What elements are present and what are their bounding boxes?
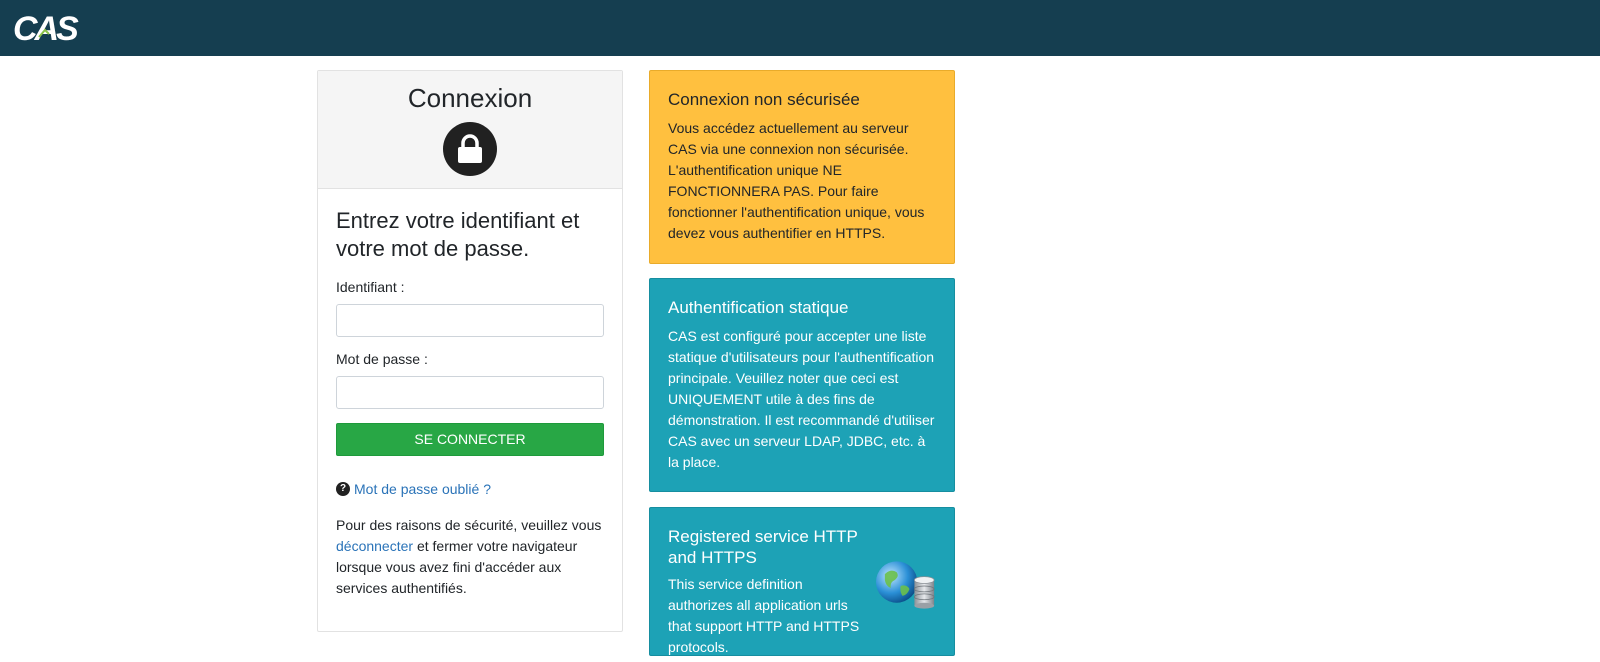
login-submit-button[interactable]: SE CONNECTER [336,423,604,456]
login-card: Connexion Entrez votre identifiant et vo… [317,70,623,632]
cas-logo-text: CAS [13,10,79,48]
security-notice: Pour des raisons de sécurité, veuillez v… [336,515,604,599]
password-input[interactable] [336,376,604,409]
insecure-notice-title: Connexion non sécurisée [668,90,860,109]
forgot-password-link[interactable]: Mot de passe oublié ? [354,481,491,497]
username-label: Identifiant : [336,279,405,295]
insecure-connection-notice: Connexion non sécurisée Vous accédez act… [649,70,955,264]
static-auth-title: Authentification statique [668,298,849,317]
login-card-header: Connexion [318,71,622,189]
service-title: Registered service HTTP and HTTPS [668,527,858,567]
login-form: Entrez votre identifiant et votre mot de… [318,189,622,599]
forgot-password-row: ? Mot de passe oublié ? [336,481,604,497]
password-label: Mot de passe : [336,351,428,367]
lock-icon [443,122,497,176]
globe-database-icon [875,561,935,609]
login-title: Connexion [407,83,533,113]
service-body: This service definition authorizes all a… [668,561,936,658]
service-text: This service definition authorizes all a… [668,576,860,655]
cas-logo[interactable]: CAS [12,6,84,48]
username-input[interactable] [336,304,604,337]
static-auth-text: CAS est configuré pour accepter une list… [668,328,935,470]
insecure-notice-text: Vous accédez actuellement au serveur CAS… [668,120,925,241]
top-header-bar: CAS [0,0,1600,56]
registered-service-notice: Registered service HTTP and HTTPS This s… [649,507,955,656]
security-text-start: Pour des raisons de sécurité, veuillez v… [336,517,602,533]
static-auth-notice: Authentification statique CAS est config… [649,278,955,492]
logout-link[interactable]: déconnecter [336,538,413,554]
login-heading: Entrez votre identifiant et votre mot de… [336,208,580,261]
question-circle-icon: ? [336,482,350,496]
